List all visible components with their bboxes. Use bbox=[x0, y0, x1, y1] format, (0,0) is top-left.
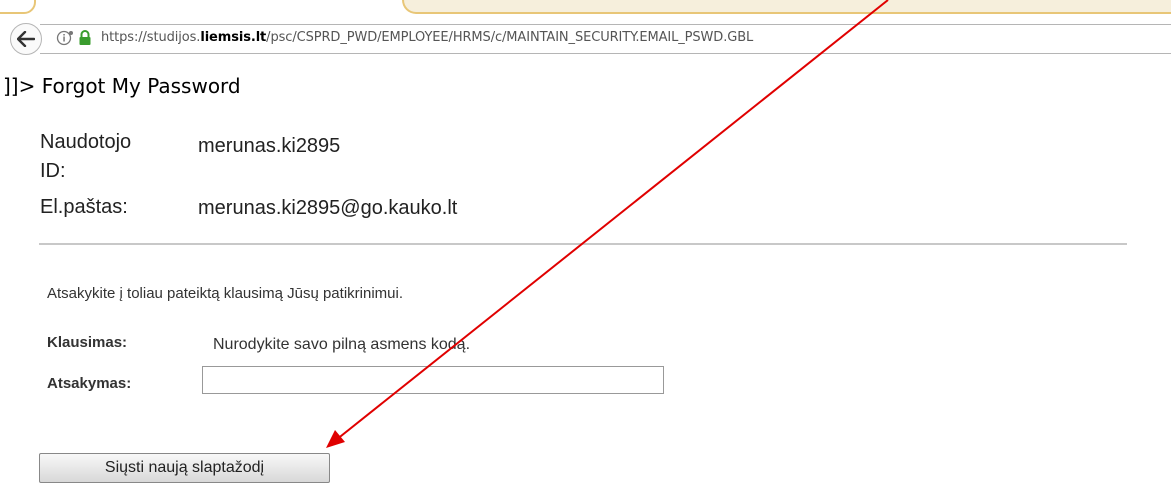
browser-tab-strip bbox=[0, 0, 1171, 20]
url-text[interactable]: https://studijos.liemsis.lt/psc/CSPRD_PW… bbox=[101, 30, 753, 45]
url-path: /psc/CSPRD_PWD/EMPLOYEE/HRMS/c/MAINTAIN_… bbox=[266, 30, 754, 45]
url-host: liemsis.lt bbox=[200, 30, 267, 45]
annotation-arrow bbox=[326, 0, 889, 448]
back-button[interactable] bbox=[10, 23, 42, 55]
instruction-text: Atsakykite į toliau pateiktą klausimą Jū… bbox=[47, 285, 403, 302]
user-id-value: merunas.ki2895 bbox=[198, 135, 341, 157]
lock-icon bbox=[78, 30, 92, 51]
answer-label: Atsakymas: bbox=[47, 375, 132, 392]
browser-tab-active[interactable] bbox=[402, 0, 1171, 14]
email-label: El.paštas: bbox=[40, 196, 128, 218]
answer-input[interactable] bbox=[202, 366, 664, 394]
browser-tab-inactive[interactable] bbox=[0, 0, 36, 14]
send-new-password-button[interactable]: Siųsti naują slaptažodį bbox=[39, 453, 330, 483]
back-arrow-icon bbox=[17, 31, 35, 47]
question-value: Nurodykite savo pilną asmens kodą. bbox=[213, 336, 471, 353]
section-divider bbox=[39, 243, 1127, 245]
user-id-label-line2: ID: bbox=[40, 160, 66, 182]
email-value: merunas.ki2895@go.kauko.lt bbox=[198, 197, 458, 219]
question-label: Klausimas: bbox=[47, 334, 128, 351]
page-title: ]]> Forgot My Password bbox=[3, 74, 241, 98]
url-prefix: https://studijos. bbox=[101, 30, 201, 45]
user-id-label-line1: Naudotojo bbox=[40, 131, 132, 153]
site-info-icon[interactable] bbox=[56, 30, 74, 51]
